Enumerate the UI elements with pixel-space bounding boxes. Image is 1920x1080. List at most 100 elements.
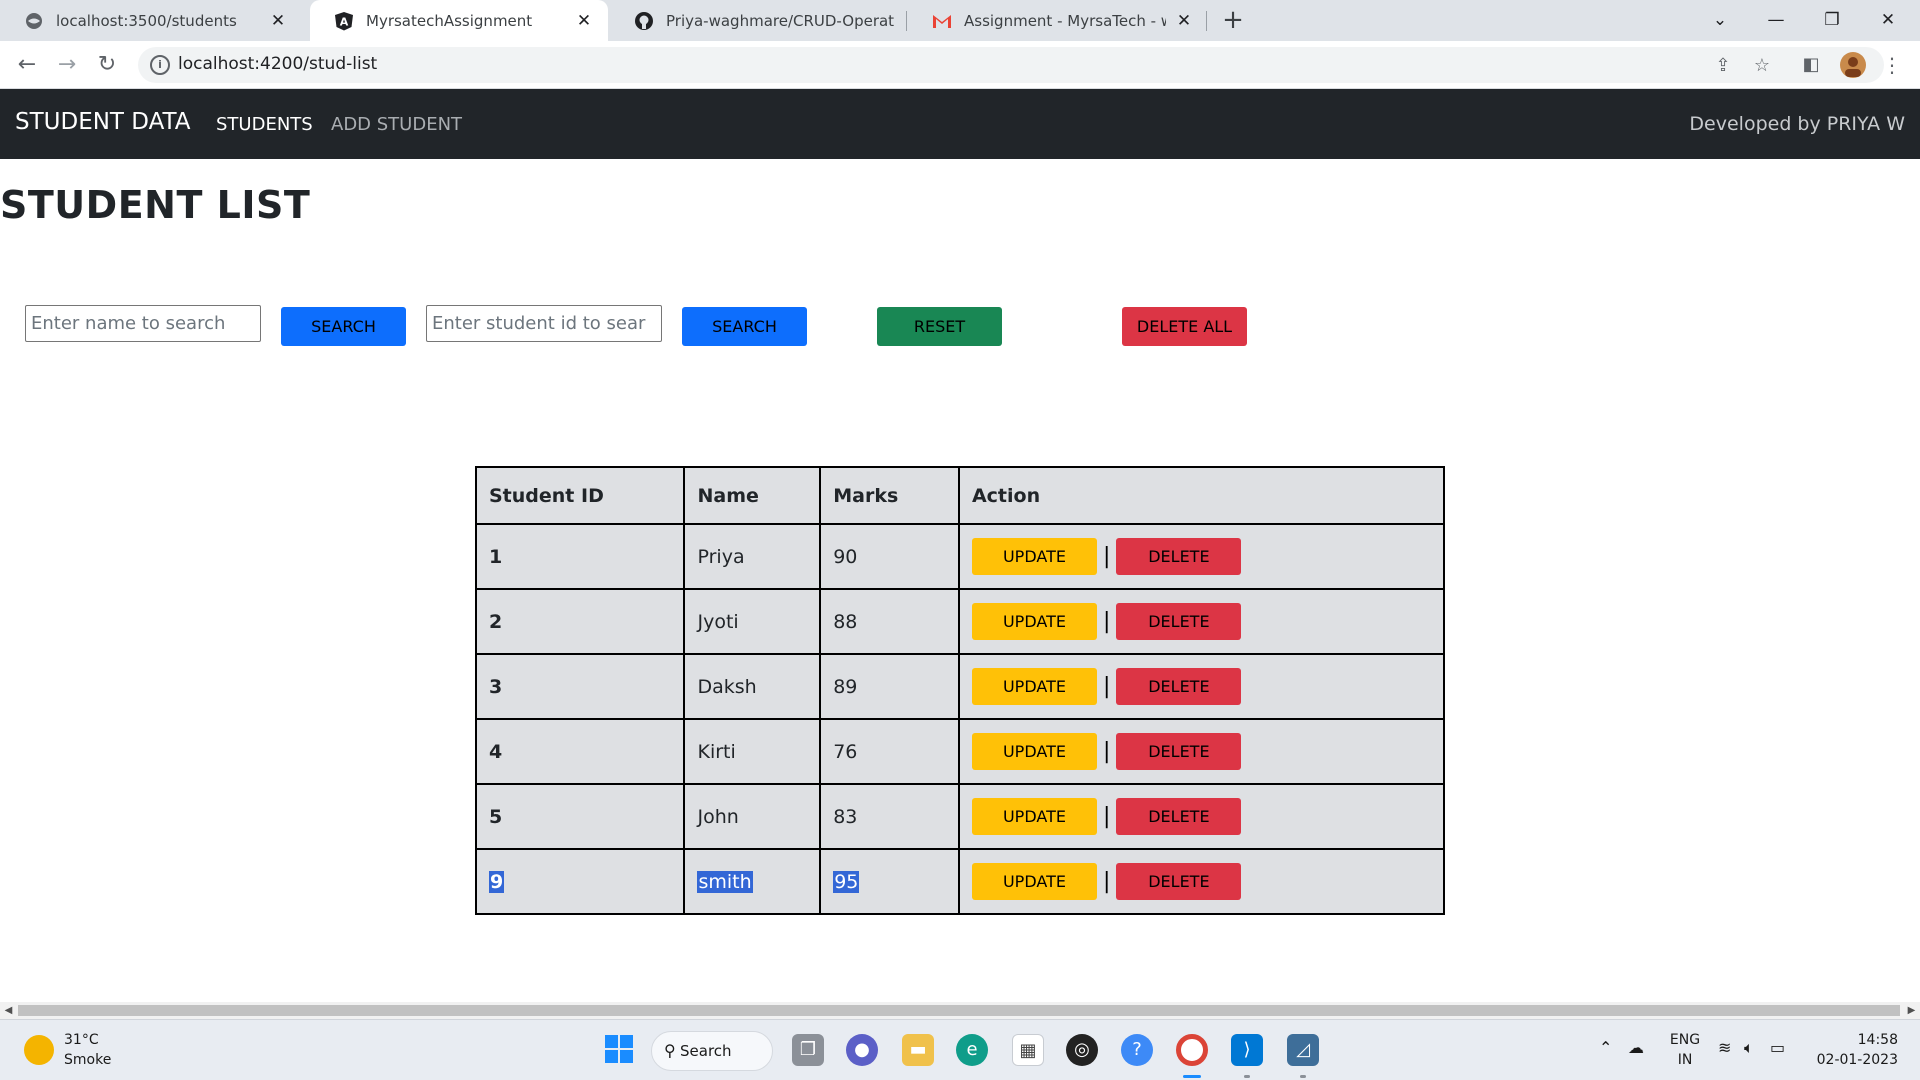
student-name-cell: John [683,783,822,850]
update-button[interactable]: UPDATE [971,538,1097,575]
clock-date[interactable]: 02-01-2023 [1808,1052,1898,1068]
edge-browser-icon[interactable]: e [956,1034,988,1066]
search-by-name-button[interactable]: SEARCH [281,307,406,346]
action-separator: | [1102,804,1111,829]
file-explorer-icon[interactable]: ▬ [902,1034,934,1066]
site-info-icon[interactable]: i [150,55,170,75]
column-header-name: Name [683,466,822,525]
url-text: localhost:4200/stud-list [178,54,378,74]
delete-all-button[interactable]: DELETE ALL [1122,307,1247,346]
minimize-button[interactable]: — [1748,0,1804,41]
update-button[interactable]: UPDATE [971,603,1097,640]
action-cell: UPDATE | DELETE [957,523,1446,590]
svg-text:A: A [340,15,349,28]
tray-overflow-chevron-icon[interactable]: ⌃ [1599,1038,1612,1057]
student-id-cell: 9 [474,848,686,915]
tab-search-chevron-icon[interactable]: ⌄ [1692,0,1748,41]
student-id-cell: 1 [474,523,686,590]
update-button[interactable]: UPDATE [971,668,1097,705]
side-panel-icon[interactable]: ◧ [1795,49,1827,81]
tab-localhost-3500[interactable]: localhost:3500/students ✕ [0,0,302,41]
nav-link-add-student[interactable]: ADD STUDENT [331,114,462,135]
scroll-right-arrow-icon[interactable]: ▶ [1903,1002,1920,1019]
back-arrow-icon[interactable]: ← [11,49,43,81]
app-icon[interactable]: ◎ [1066,1034,1098,1066]
share-icon[interactable]: ⇪ [1712,55,1734,77]
taskbar-search-label: Search [680,1042,732,1060]
microsoft-store-icon[interactable]: ▦ [1012,1034,1044,1066]
scroll-left-arrow-icon[interactable]: ◀ [0,1002,17,1019]
student-marks-cell: 83 [819,783,960,850]
close-window-button[interactable]: ✕ [1860,0,1916,41]
reload-icon[interactable]: ↻ [91,49,123,81]
language-top[interactable]: ENG [1668,1032,1702,1048]
address-bar[interactable]: i localhost:4200/stud-list ⇪ ☆ [138,47,1884,83]
table-row: 3 Daksh 89 UPDATE | DELETE [474,653,1446,720]
update-button[interactable]: UPDATE [971,798,1097,835]
chrome-icon[interactable] [1176,1034,1208,1066]
new-tab-button[interactable]: + [1218,6,1248,36]
github-icon [634,11,654,31]
app-icon-2[interactable]: ◿ [1287,1034,1319,1066]
table-row: 2 Jyoti 88 UPDATE | DELETE [474,588,1446,655]
browser-tab-bar: localhost:3500/students ✕ A MyrsatechAss… [0,0,1920,41]
menu-kebab-icon[interactable]: ⋮ [1876,49,1908,81]
clock-time[interactable]: 14:58 [1818,1032,1898,1048]
delete-button[interactable]: DELETE [1116,603,1242,640]
weather-description[interactable]: Smoke [64,1052,111,1068]
restore-button[interactable]: ❐ [1804,0,1860,41]
action-cell: UPDATE | DELETE [957,588,1446,655]
profile-avatar[interactable] [1837,49,1869,81]
volume-icon[interactable]: 🔈︎ [1744,1038,1754,1058]
name-search-input[interactable] [25,305,261,342]
globe-icon [24,11,44,31]
bookmark-star-icon[interactable]: ☆ [1751,55,1773,77]
close-icon[interactable]: ✕ [1174,11,1194,31]
update-button[interactable]: UPDATE [971,733,1097,770]
onedrive-cloud-icon[interactable]: ☁ [1628,1038,1644,1057]
battery-icon[interactable]: ▭ [1770,1038,1785,1057]
action-separator: | [1102,739,1111,764]
action-separator: | [1102,674,1111,699]
table-row: 4 Kirti 76 UPDATE | DELETE [474,718,1446,785]
student-marks-cell: 88 [819,588,960,655]
help-icon[interactable]: ? [1121,1034,1153,1066]
column-header-action: Action [957,466,1446,525]
tab-github[interactable]: Priya-waghmare/CRUD-Operatio [610,0,908,41]
student-table: Student ID Name Marks Action 1 Priya 90 … [474,466,1446,915]
delete-button[interactable]: DELETE [1116,798,1242,835]
reset-button[interactable]: RESET [877,307,1002,346]
nav-link-students[interactable]: STUDENTS [216,114,313,135]
student-marks-cell: 90 [819,523,960,590]
student-id-cell: 4 [474,718,686,785]
weather-temperature[interactable]: 31°C [64,1032,99,1048]
delete-button[interactable]: DELETE [1116,733,1242,770]
forward-arrow-icon[interactable]: → [51,49,83,81]
update-button[interactable]: UPDATE [971,863,1097,900]
language-bottom[interactable]: IN [1668,1052,1702,1068]
delete-button[interactable]: DELETE [1116,668,1242,705]
search-by-id-button[interactable]: SEARCH [682,307,807,346]
weather-sun-icon[interactable] [24,1035,54,1065]
delete-button[interactable]: DELETE [1116,538,1242,575]
scrollbar-thumb[interactable] [18,1005,1900,1016]
brand-link[interactable]: STUDENT DATA [15,109,191,135]
task-view-icon[interactable]: ❐ [792,1034,824,1066]
taskbar-search-box[interactable]: ⚲ Search [651,1031,773,1071]
tab-myrsatech-assignment[interactable]: A MyrsatechAssignment ✕ [310,0,608,41]
student-name-cell: smith [683,848,822,915]
action-cell: UPDATE | DELETE [957,718,1446,785]
action-cell: UPDATE | DELETE [957,653,1446,720]
wifi-icon[interactable]: ≋ [1718,1038,1731,1057]
tab-gmail[interactable]: Assignment - MyrsaTech - wpriya ✕ [908,0,1208,41]
start-windows-icon[interactable] [603,1034,635,1066]
table-header-row: Student ID Name Marks Action [474,466,1446,525]
horizontal-scrollbar[interactable]: ◀ ▶ [0,1002,1920,1019]
delete-button[interactable]: DELETE [1116,863,1242,900]
student-name-cell: Daksh [683,653,822,720]
close-icon[interactable]: ✕ [268,11,288,31]
close-icon[interactable]: ✕ [574,11,594,31]
chat-icon[interactable]: ● [846,1034,878,1066]
id-search-input[interactable] [426,305,662,342]
vscode-icon[interactable]: ⟩ [1231,1034,1263,1066]
